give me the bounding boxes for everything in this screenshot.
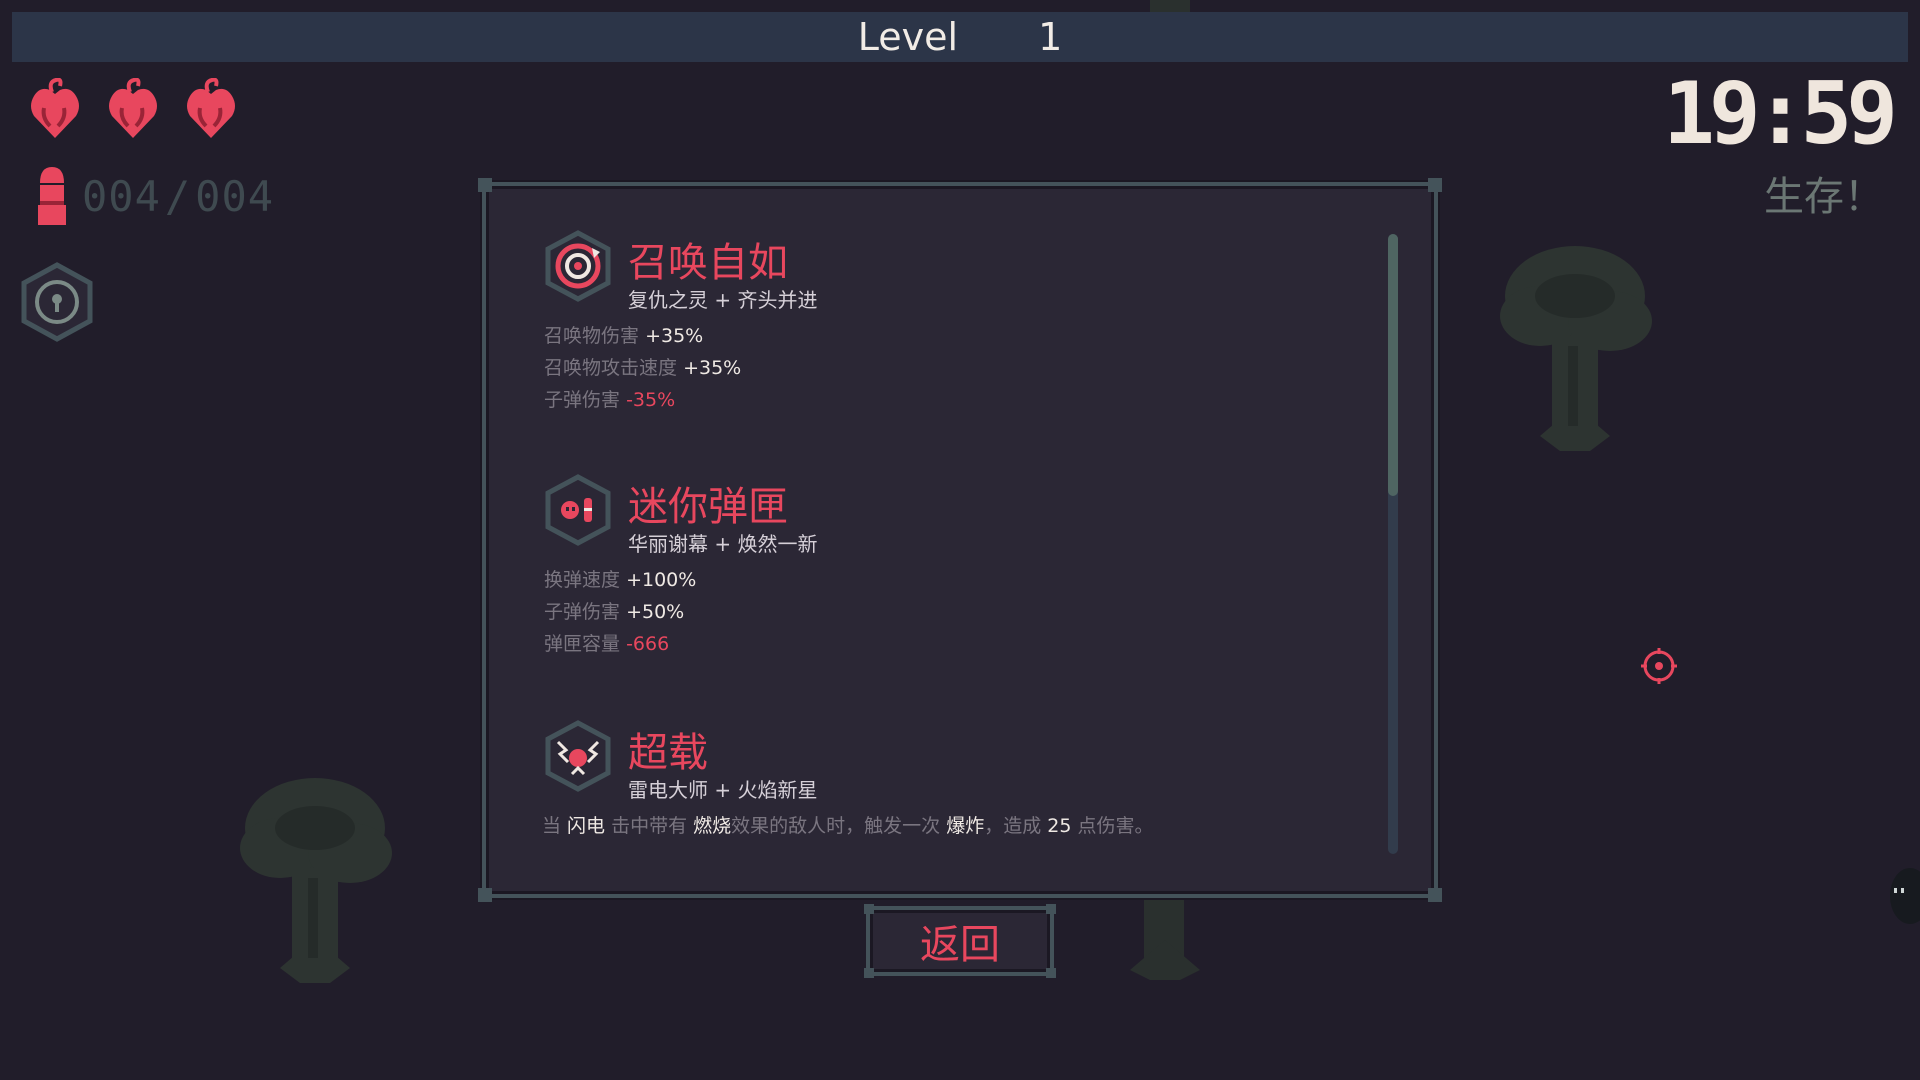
health-hearts bbox=[28, 78, 238, 140]
panel-corner bbox=[478, 888, 492, 902]
panel-corner bbox=[1428, 178, 1442, 192]
crosshair-icon bbox=[1641, 648, 1677, 684]
upgrade-recipe: 复仇之灵 + 齐头并进 bbox=[628, 288, 818, 312]
panel-corner bbox=[1428, 888, 1442, 902]
ammo-counter: 004/004 bbox=[36, 165, 274, 227]
stat-label: 子弹伤害 bbox=[544, 389, 621, 411]
desc-keyword: 爆炸 bbox=[946, 815, 985, 837]
stat-value: +35% bbox=[645, 325, 704, 347]
ammo-current: 004 bbox=[82, 171, 161, 221]
level-label: Level bbox=[857, 15, 959, 59]
overload-icon bbox=[545, 720, 611, 792]
stat-row: 召唤物攻击速度 +35% bbox=[544, 352, 1362, 384]
ammo-separator: / bbox=[164, 171, 192, 221]
stat-label: 召唤物攻击速度 bbox=[544, 357, 678, 379]
stat-label: 换弹速度 bbox=[544, 569, 621, 591]
ammo-text: 004/004 bbox=[82, 172, 274, 221]
heart-icon bbox=[106, 78, 160, 140]
stat-row: 子弹伤害 +50% bbox=[544, 596, 1362, 628]
stat-value: +100% bbox=[626, 569, 697, 591]
stat-label: 子弹伤害 bbox=[544, 601, 621, 623]
desc-text: 击中带有 bbox=[605, 815, 694, 837]
stat-row: 召唤物伤害 +35% bbox=[544, 320, 1362, 352]
desc-text: ，造成 bbox=[984, 815, 1048, 837]
stat-label: 弹匣容量 bbox=[544, 633, 621, 655]
upgrade-recipe: 华丽谢幕 + 焕然一新 bbox=[628, 532, 818, 556]
desc-text: 当 bbox=[542, 815, 568, 837]
desc-keyword: 燃烧 bbox=[693, 815, 732, 837]
scrollbar-thumb[interactable] bbox=[1388, 234, 1398, 496]
upgrade-stats: 召唤物伤害 +35% 召唤物攻击速度 +35% 子弹伤害 -35% bbox=[544, 320, 1362, 416]
bullet-icon bbox=[38, 167, 66, 225]
mini-clip-icon bbox=[545, 474, 611, 546]
heart-icon bbox=[28, 78, 82, 140]
upgrade-entry[interactable]: 超载 雷电大师 + 火焰新星 当 闪电 击中带有 燃烧效果的敌人时，触发一次 爆… bbox=[542, 720, 1362, 842]
stat-value: -666 bbox=[626, 633, 670, 655]
desc-keyword: 闪电 bbox=[567, 815, 606, 837]
upgrade-description: 当 闪电 击中带有 燃烧效果的敌人时，触发一次 爆炸，造成 25 点伤害。 bbox=[542, 810, 1362, 842]
upgrade-recipe: 雷电大师 + 火焰新星 bbox=[628, 778, 818, 802]
back-button[interactable]: 返回 bbox=[864, 904, 1056, 978]
upgrade-title: 迷你弹匣 bbox=[628, 484, 788, 530]
button-corner bbox=[1046, 968, 1056, 978]
upgrade-list-panel: 召唤自如 复仇之灵 + 齐头并进 召唤物伤害 +35% 召唤物攻击速度 +35%… bbox=[478, 178, 1442, 902]
button-corner bbox=[1046, 904, 1056, 914]
stat-row: 弹匣容量 -666 bbox=[544, 628, 1362, 660]
stat-value: +50% bbox=[626, 601, 685, 623]
tree-sprite bbox=[1500, 246, 1652, 451]
button-corner bbox=[864, 904, 874, 914]
panel-corner bbox=[478, 178, 492, 192]
stat-label: 召唤物伤害 bbox=[544, 325, 640, 347]
level-value: 1 bbox=[1038, 15, 1063, 59]
tree-sprite bbox=[240, 778, 392, 983]
upgrade-title: 召唤自如 bbox=[628, 240, 788, 286]
level-bar: Level 1 bbox=[12, 12, 1908, 62]
ability-slot[interactable] bbox=[20, 262, 94, 346]
desc-text: 点伤害。 bbox=[1071, 815, 1154, 837]
button-corner bbox=[864, 968, 874, 978]
upgrade-entry[interactable]: 迷你弹匣 华丽谢幕 + 焕然一新 换弹速度 +100% 子弹伤害 +50% 弹匣… bbox=[542, 474, 1362, 660]
summon-spiral-icon bbox=[545, 230, 611, 302]
shadow-creature bbox=[1890, 868, 1920, 924]
scrollbar[interactable] bbox=[1388, 234, 1398, 854]
clock-rune-icon bbox=[21, 262, 93, 342]
stat-value: -35% bbox=[626, 389, 676, 411]
desc-text: 效果的敌人时，触发一次 bbox=[731, 815, 947, 837]
upgrade-title: 超载 bbox=[628, 730, 708, 776]
back-button-label: 返回 bbox=[920, 922, 1000, 968]
upgrade-entry[interactable]: 召唤自如 复仇之灵 + 齐头并进 召唤物伤害 +35% 召唤物攻击速度 +35%… bbox=[542, 230, 1362, 416]
desc-keyword: 25 bbox=[1047, 815, 1072, 837]
stat-value: +35% bbox=[683, 357, 742, 379]
objective-label: 生存！ bbox=[1764, 174, 1884, 220]
upgrade-stats: 换弹速度 +100% 子弹伤害 +50% 弹匣容量 -666 bbox=[544, 564, 1362, 660]
stat-row: 换弹速度 +100% bbox=[544, 564, 1362, 596]
heart-icon bbox=[184, 78, 238, 140]
ammo-max: 004 bbox=[195, 171, 275, 221]
survival-timer: 19:59 bbox=[1663, 64, 1898, 164]
stat-row: 子弹伤害 -35% bbox=[544, 384, 1362, 416]
